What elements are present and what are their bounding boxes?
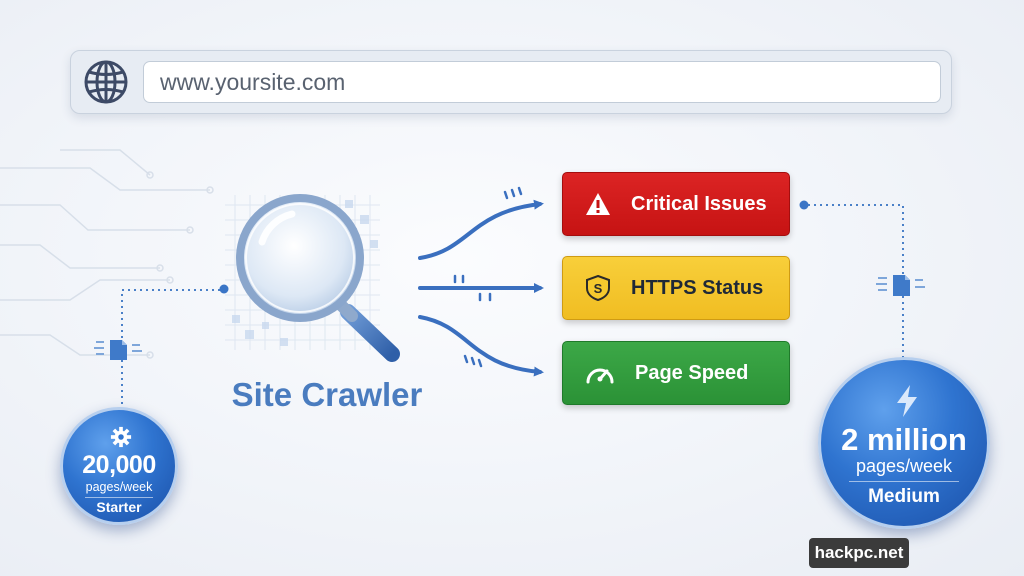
medium-plan-name: Medium [868, 486, 940, 507]
medium-unit: pages/week [855, 456, 953, 476]
site-crawler-label: Site Crawler [231, 376, 423, 413]
gear-icon [110, 426, 132, 448]
magnifier-icon [236, 194, 400, 362]
starter-unit: pages/week [85, 480, 153, 494]
warning-icon [586, 193, 610, 215]
https-status-card: S HTTPS Status [562, 256, 790, 320]
crawler-arrows [418, 199, 544, 377]
medium-connector [808, 204, 904, 358]
starter-divider [85, 497, 153, 498]
medium-doc-icon [876, 275, 925, 296]
critical-issues-label: Critical Issues [631, 192, 767, 215]
starter-connector-dot [219, 284, 229, 294]
globe-icon [84, 60, 128, 104]
medium-divider [849, 481, 959, 482]
url-bar: www.yoursite.com [70, 50, 952, 114]
page-speed-card: Page Speed [562, 341, 790, 405]
starter-plan-name: Starter [96, 499, 142, 515]
svg-text:S: S [594, 281, 603, 296]
starter-doc-icon [94, 340, 142, 360]
page-speed-label: Page Speed [635, 361, 749, 384]
watermark: hackpc.net [809, 538, 909, 568]
medium-page-count: 2 million [841, 422, 967, 457]
circuit-background [0, 149, 214, 359]
starter-plan-badge: 20,000 pages/week Starter [60, 407, 178, 525]
critical-issues-card: Critical Issues [562, 172, 790, 236]
medium-plan-badge: 2 million pages/week Medium [818, 357, 990, 529]
shield-icon: S [586, 275, 610, 301]
medium-connector-dot [799, 200, 809, 210]
url-input[interactable]: www.yoursite.com [143, 61, 941, 103]
lightning-icon [897, 385, 917, 417]
https-status-label: HTTPS Status [631, 276, 764, 299]
gauge-icon [586, 368, 614, 384]
arrow-to-critical [418, 199, 544, 260]
starter-page-count: 20,000 [82, 451, 156, 479]
